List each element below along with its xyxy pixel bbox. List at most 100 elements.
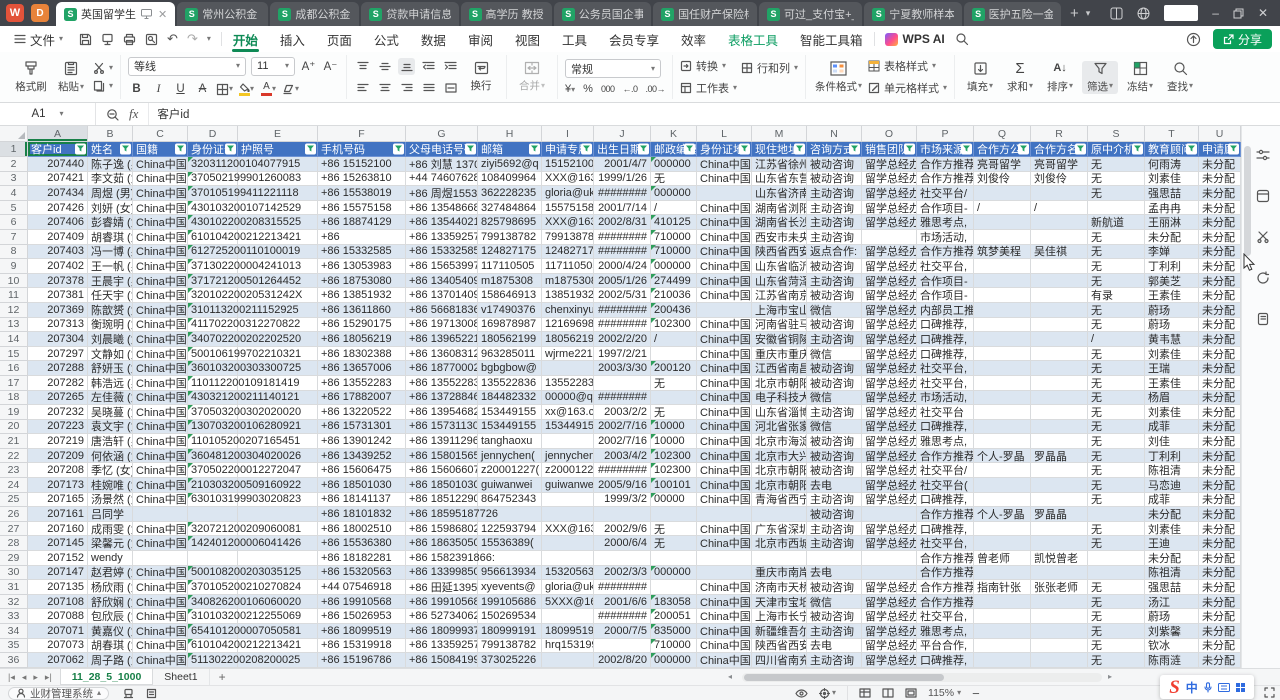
- cell[interactable]: 合作项目-: [917, 274, 974, 289]
- cell[interactable]: 610104200212213421: [188, 639, 238, 654]
- cell[interactable]: 口碑推荐,: [917, 653, 974, 668]
- cell[interactable]: 被动咨询: [807, 361, 862, 376]
- cell[interactable]: +86 15026953: [318, 609, 406, 624]
- cell[interactable]: 北京市西城: [752, 536, 807, 551]
- undo-icon[interactable]: ↶: [167, 31, 178, 47]
- cell[interactable]: China中国: [133, 259, 188, 274]
- cell[interactable]: m1875308: [542, 274, 594, 289]
- row-number[interactable]: 20: [0, 420, 28, 435]
- cell[interactable]: 000000: [651, 566, 697, 581]
- row-number[interactable]: 13: [0, 318, 28, 333]
- hscroll-right-icon[interactable]: ▸: [1108, 672, 1112, 681]
- row-number[interactable]: 3: [0, 172, 28, 187]
- bold-button[interactable]: B: [128, 81, 145, 98]
- column-letter[interactable]: M: [752, 126, 807, 142]
- cell[interactable]: 799138782: [478, 639, 542, 654]
- cell[interactable]: 00000: [651, 493, 697, 508]
- cell[interactable]: 310103200212255069: [188, 609, 238, 624]
- stamp-icon[interactable]: [123, 688, 134, 699]
- increase-indent-button[interactable]: [442, 58, 459, 75]
- cell[interactable]: 口碑推荐,: [917, 347, 974, 362]
- cell[interactable]: +86 1354402198: [406, 215, 478, 230]
- cell[interactable]: +86 1395468251: [406, 405, 478, 420]
- cell[interactable]: 季忆 (女): [88, 463, 133, 478]
- cell[interactable]: 1997/2/21: [594, 347, 651, 362]
- sidebar-refresh-icon[interactable]: [1256, 271, 1270, 285]
- cell[interactable]: +86 15263810: [318, 172, 406, 187]
- cell[interactable]: [1031, 391, 1088, 406]
- cell[interactable]: 罗晶晶: [1031, 449, 1088, 464]
- cell[interactable]: 无: [651, 405, 697, 420]
- cell[interactable]: 200051: [651, 609, 697, 624]
- row-number[interactable]: 18: [0, 391, 28, 406]
- column-letter[interactable]: U: [1199, 126, 1241, 142]
- column-letter[interactable]: I: [542, 126, 594, 142]
- cell[interactable]: 社交平台,: [917, 361, 974, 376]
- cell[interactable]: 强思喆: [1145, 580, 1199, 595]
- cell[interactable]: ########: [594, 318, 651, 333]
- file-tab[interactable]: S常州公积金 .xlsx: [177, 2, 268, 26]
- cell[interactable]: 207434: [28, 186, 88, 201]
- column-letter[interactable]: R: [1031, 126, 1088, 142]
- cell[interactable]: 留学总经办: [862, 347, 917, 362]
- cell[interactable]: 1999/3/2: [594, 493, 651, 508]
- column-header-cell[interactable]: 申请顾: [1199, 142, 1241, 157]
- row-number[interactable]: 10: [0, 274, 28, 289]
- cell[interactable]: 未分配: [1199, 507, 1241, 522]
- cell[interactable]: 雅思考点,: [917, 434, 974, 449]
- cell[interactable]: [974, 230, 1031, 245]
- cell[interactable]: [974, 522, 1031, 537]
- cell[interactable]: 有录: [1088, 288, 1145, 303]
- cell[interactable]: 王丽淋: [1145, 215, 1199, 230]
- cell[interactable]: 110112200109181419: [188, 376, 238, 391]
- file-tab[interactable]: S贷款申请信息.xlsx: [361, 2, 458, 26]
- cell[interactable]: [651, 347, 697, 362]
- column-letter[interactable]: G: [406, 126, 478, 142]
- cell[interactable]: 被动咨询: [807, 507, 862, 522]
- cell[interactable]: 207145: [28, 536, 88, 551]
- cell[interactable]: 舒欣娴 (女: [88, 595, 133, 610]
- distribute-button[interactable]: [442, 80, 459, 97]
- cell[interactable]: China中国: [697, 391, 752, 406]
- cell[interactable]: 511302200208200025: [188, 653, 238, 668]
- cell[interactable]: 韩浩远 (男: [88, 376, 133, 391]
- thousands-button[interactable]: 000: [601, 84, 615, 94]
- column-header-cell[interactable]: 邮政编码: [651, 142, 697, 157]
- sum-button[interactable]: Σ 求和▾: [1002, 61, 1038, 94]
- cell[interactable]: 710000: [651, 639, 697, 654]
- cell[interactable]: 北京市朝阳: [752, 478, 807, 493]
- cell[interactable]: 10000: [651, 434, 697, 449]
- cell[interactable]: 留学总经办: [862, 332, 917, 347]
- cell[interactable]: 180999191: [478, 624, 542, 639]
- cell[interactable]: [594, 551, 651, 566]
- cell[interactable]: China中国: [133, 245, 188, 260]
- cell[interactable]: [133, 507, 188, 522]
- cell[interactable]: 四川省南充: [752, 653, 807, 668]
- row-number[interactable]: 2: [0, 157, 28, 172]
- close-button[interactable]: ✕: [1258, 6, 1268, 20]
- cell[interactable]: China中国: [133, 376, 188, 391]
- menu-tab-会员专享[interactable]: 会员专享: [598, 26, 670, 52]
- cell[interactable]: China中国: [697, 157, 752, 172]
- cell[interactable]: 指南针张: [974, 580, 1031, 595]
- cell[interactable]: +86 13220522: [318, 405, 406, 420]
- cell[interactable]: 留学总经办: [862, 493, 917, 508]
- add-sheet-button[interactable]: +: [210, 670, 235, 684]
- menu-tab-效率[interactable]: 效率: [670, 26, 717, 52]
- decrease-font-button[interactable]: A⁻: [322, 58, 339, 75]
- cell[interactable]: 无: [1088, 347, 1145, 362]
- cell[interactable]: [862, 507, 917, 522]
- cell[interactable]: China中国: [697, 595, 752, 610]
- menu-tab-页面[interactable]: 页面: [316, 26, 363, 52]
- cell[interactable]: +86 1991056865: [406, 595, 478, 610]
- cell[interactable]: [238, 507, 318, 522]
- cell[interactable]: 留学总经办: [862, 288, 917, 303]
- currency-button[interactable]: ¥▾: [565, 83, 575, 95]
- cell[interactable]: 410125: [651, 215, 697, 230]
- file-tab[interactable]: S可过_支付宝+_滴滴: [759, 2, 862, 26]
- cell[interactable]: 蔚玚: [1145, 609, 1199, 624]
- cell[interactable]: +86 1580156591: [406, 449, 478, 464]
- cell[interactable]: 835000: [651, 624, 697, 639]
- cell[interactable]: 杨欣雨 (女: [88, 580, 133, 595]
- cell[interactable]: [1031, 478, 1088, 493]
